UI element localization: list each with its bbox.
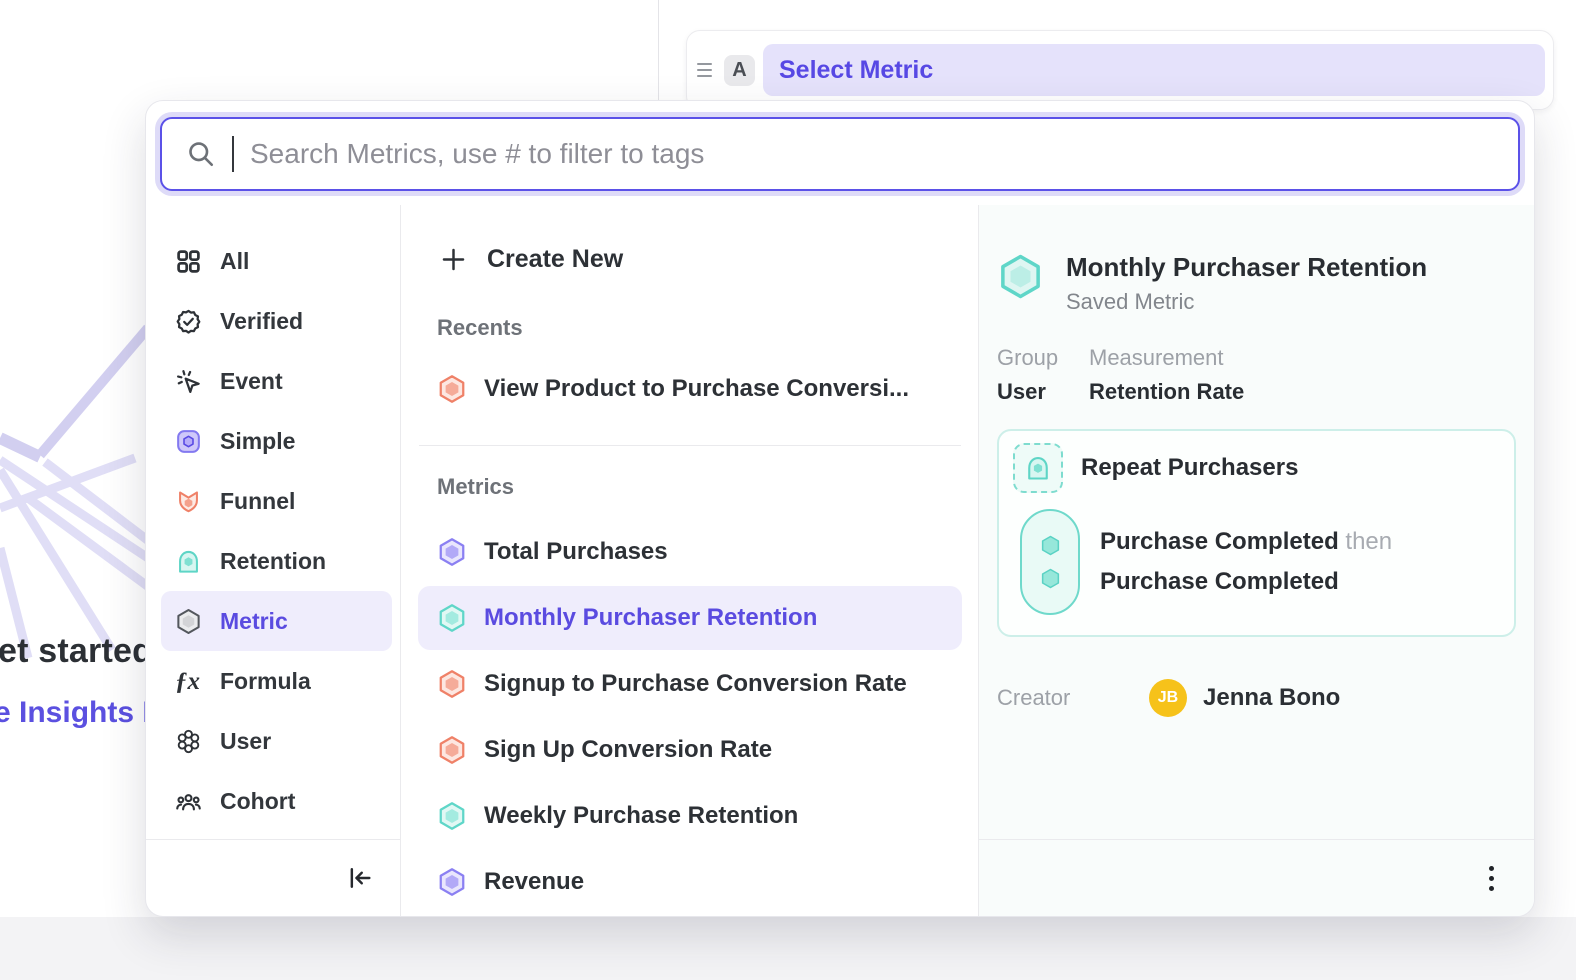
metric-item-label: Sign Up Conversion Rate — [484, 736, 772, 764]
metric-item-revenue[interactable]: Revenue — [418, 850, 962, 914]
metric-list-panel: Create New Recents View Product to Purch… — [401, 205, 979, 916]
step2-event: Purchase Completed — [1100, 568, 1339, 595]
verified-badge-icon — [175, 308, 202, 335]
select-metric-button[interactable]: Select Metric — [763, 44, 1545, 96]
metric-item-weekly-purchase-retention[interactable]: Weekly Purchase Retention — [418, 784, 962, 848]
metrics-section-label: Metrics — [437, 474, 962, 500]
sidebar-item-metric[interactable]: Metric — [161, 591, 392, 651]
sidebar-item-simple[interactable]: Simple — [161, 411, 392, 471]
metric-item-label: Revenue — [484, 868, 584, 896]
measurement-meta: Measurement Retention Rate — [1089, 345, 1244, 405]
user-profile-icon — [175, 728, 202, 755]
behavior-card: Repeat Purchasers Purchase Completed the… — [997, 429, 1516, 637]
more-options-icon[interactable] — [1485, 862, 1498, 895]
select-metric-label: Select Metric — [779, 56, 933, 85]
sidebar-item-label: User — [220, 728, 271, 755]
behavior-icon-frame — [1013, 443, 1063, 493]
detail-title: Monthly Purchaser Retention — [1066, 251, 1427, 283]
sidebar-item-label: Verified — [220, 308, 303, 335]
metric-detail-panel: Monthly Purchaser Retention Saved Metric… — [979, 205, 1534, 916]
funnel-hexagon-icon — [437, 735, 467, 765]
retention-arch-icon — [1024, 454, 1052, 482]
sidebar-item-label: Metric — [220, 608, 288, 635]
recents-section-label: Recents — [437, 315, 962, 341]
group-label: Group — [997, 345, 1063, 371]
sidebar-item-formula[interactable]: ƒx Formula — [161, 651, 392, 711]
cohort-people-icon — [175, 788, 202, 815]
step1-event: Purchase Completed — [1100, 528, 1339, 555]
sidebar-item-label: Retention — [220, 548, 326, 575]
sidebar-item-label: Funnel — [220, 488, 295, 515]
funnel-hexagon-icon — [437, 669, 467, 699]
sidebar-item-verified[interactable]: Verified — [161, 291, 392, 351]
sidebar-footer — [146, 839, 400, 916]
sidebar-item-user[interactable]: User — [161, 711, 392, 771]
creator-avatar: JB — [1149, 679, 1187, 717]
simple-hexagon-icon — [437, 867, 467, 897]
sidebar-item-event[interactable]: Event — [161, 351, 392, 411]
metric-item-total-purchases[interactable]: Total Purchases — [418, 520, 962, 584]
sidebar-item-label: Event — [220, 368, 283, 395]
grid-icon — [175, 248, 202, 275]
funnel-hexagon-icon — [437, 374, 467, 404]
metric-query-row: A Select Metric — [686, 30, 1554, 110]
filter-sidebar: All Verified — [146, 205, 401, 916]
sidebar-item-label: Simple — [220, 428, 295, 455]
background-headline-fragment: et started. — [0, 632, 163, 671]
group-meta: Group User — [997, 345, 1063, 405]
steps-capsule-icon — [1020, 509, 1080, 615]
create-new-label: Create New — [487, 245, 623, 274]
retention-hexagon-icon-large — [997, 253, 1044, 300]
background-line-illustration — [0, 320, 150, 680]
drag-handle-icon[interactable] — [693, 63, 716, 77]
retention-metric-icon — [175, 548, 202, 575]
metric-item-sign-up-conversion-rate[interactable]: Sign Up Conversion Rate — [418, 718, 962, 782]
metric-picker-popup: All Verified — [145, 100, 1535, 917]
page-bottom-background — [0, 917, 1576, 980]
search-input[interactable] — [250, 124, 1508, 184]
collapse-panel-icon[interactable] — [346, 864, 374, 892]
sidebar-item-label: Cohort — [220, 788, 295, 815]
sidebar-item-label: All — [220, 248, 249, 275]
step-connector: then — [1345, 528, 1392, 555]
text-cursor — [232, 136, 234, 172]
sidebar-item-all[interactable]: All — [161, 231, 392, 291]
sidebar-item-label: Formula — [220, 668, 311, 695]
metric-item-label: Signup to Purchase Conversion Rate — [484, 670, 907, 698]
search-field[interactable] — [160, 117, 1520, 191]
retention-hexagon-icon — [437, 603, 467, 633]
creator-label: Creator — [997, 685, 1149, 711]
search-icon — [186, 139, 216, 169]
detail-subtitle: Saved Metric — [1066, 289, 1427, 315]
series-a-badge: A — [724, 55, 755, 86]
creator-name: Jenna Bono — [1203, 684, 1340, 712]
cursor-click-icon — [175, 368, 202, 395]
metric-item-label: Total Purchases — [484, 538, 668, 566]
metric-item-label: Weekly Purchase Retention — [484, 802, 798, 830]
simple-metric-icon — [175, 428, 202, 455]
sidebar-item-funnel[interactable]: Funnel — [161, 471, 392, 531]
group-value: User — [997, 379, 1063, 405]
measurement-value: Retention Rate — [1089, 379, 1244, 405]
sidebar-item-retention[interactable]: Retention — [161, 531, 392, 591]
measurement-label: Measurement — [1089, 345, 1244, 371]
simple-hexagon-icon — [437, 537, 467, 567]
create-new-button[interactable]: Create New — [418, 231, 962, 287]
plus-icon — [440, 246, 467, 273]
list-divider — [419, 445, 961, 446]
metric-hexagon-icon — [175, 608, 202, 635]
metric-item-label: Monthly Purchaser Retention — [484, 604, 817, 632]
retention-hexagon-icon — [437, 801, 467, 831]
formula-icon: ƒx — [175, 668, 202, 695]
recent-item-label: View Product to Purchase Conversi... — [484, 375, 909, 403]
metric-item-monthly-purchaser-retention[interactable]: Monthly Purchaser Retention — [418, 586, 962, 650]
metric-item-signup-to-purchase-conversion-rate[interactable]: Signup to Purchase Conversion Rate — [418, 652, 962, 716]
recent-item[interactable]: View Product to Purchase Conversi... — [418, 357, 962, 421]
detail-footer — [979, 839, 1534, 916]
funnel-metric-icon — [175, 488, 202, 515]
sidebar-item-cohort[interactable]: Cohort — [161, 771, 392, 831]
behavior-title: Repeat Purchasers — [1081, 454, 1298, 482]
